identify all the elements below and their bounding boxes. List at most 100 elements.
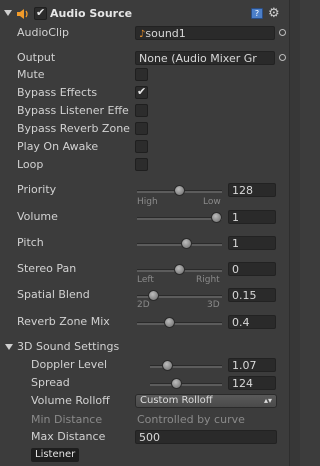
dropdown-arrow-icon: ▴▾ xyxy=(263,396,272,405)
pitch-row: Pitch 1 xyxy=(0,236,300,250)
volume-label: Volume xyxy=(17,210,58,223)
stereo-pan-field[interactable]: 0 xyxy=(228,262,276,276)
volume-row: Volume 1 xyxy=(0,210,300,224)
object-picker-icon[interactable] xyxy=(279,29,286,36)
output-label: Output xyxy=(17,51,56,64)
play-on-awake-label: Play On Awake xyxy=(17,140,99,153)
spread-value: 124 xyxy=(232,377,253,390)
audioclip-field[interactable]: ♪sound1 xyxy=(135,26,275,40)
spread-slider-thumb[interactable] xyxy=(170,378,182,389)
volume-value: 1 xyxy=(232,211,239,224)
doppler-field[interactable]: 1.07 xyxy=(228,358,276,372)
bypass-listener-checkbox[interactable] xyxy=(135,104,148,117)
max-distance-row: Max Distance 500 xyxy=(0,430,300,444)
spread-field[interactable]: 124 xyxy=(228,376,276,390)
stereo-pan-high-label: Right xyxy=(196,275,220,285)
component-header[interactable]: Audio Source ? ⚙ xyxy=(0,5,300,23)
pitch-label: Pitch xyxy=(17,236,44,249)
bypass-listener-label: Bypass Listener Effe xyxy=(17,104,129,117)
priority-low-label: High xyxy=(137,197,158,207)
spatial-blend-high-label: 3D xyxy=(207,300,220,310)
stereo-pan-slider-thumb[interactable] xyxy=(174,264,185,275)
bypass-effects-checkbox[interactable] xyxy=(135,85,148,99)
min-distance-row: Min Distance Controlled by curve xyxy=(0,413,300,427)
doppler-value: 1.07 xyxy=(232,359,257,372)
gear-icon[interactable]: ⚙ xyxy=(268,6,280,21)
doppler-slider-track[interactable] xyxy=(150,365,222,368)
priority-slider-thumb[interactable] xyxy=(174,185,185,196)
spatial-blend-field[interactable]: 0.15 xyxy=(228,288,276,302)
loop-checkbox[interactable] xyxy=(135,158,148,171)
volume-slider-track[interactable] xyxy=(137,217,222,220)
mute-checkbox[interactable] xyxy=(135,68,148,81)
help-book-icon[interactable]: ? xyxy=(251,8,263,19)
output-value: None (Audio Mixer Gr xyxy=(139,52,257,65)
doppler-slider-thumb[interactable] xyxy=(162,360,174,371)
listener-tooltip-text: Listener xyxy=(35,449,76,460)
spatial-blend-value: 0.15 xyxy=(232,289,257,302)
reverb-zone-mix-value: 0.4 xyxy=(232,316,250,329)
rolloff-dropdown[interactable]: Custom Rolloff ▴▾ xyxy=(135,394,277,408)
pitch-slider-thumb[interactable] xyxy=(181,238,193,249)
mute-row: Mute xyxy=(0,68,300,82)
audioclip-row: AudioClip ♪sound1 xyxy=(0,26,300,40)
doppler-label: Doppler Level xyxy=(31,358,108,371)
priority-value: 128 xyxy=(232,184,253,197)
pitch-slider-track[interactable] xyxy=(137,243,222,246)
priority-field[interactable]: 128 xyxy=(228,183,276,197)
reverb-zone-mix-slider-thumb[interactable] xyxy=(163,317,175,328)
stereo-pan-value: 0 xyxy=(232,263,239,276)
stereo-pan-label: Stereo Pan xyxy=(17,262,77,275)
pitch-field[interactable]: 1 xyxy=(228,236,276,250)
max-distance-value: 500 xyxy=(139,431,160,444)
spatial-blend-label: Spatial Blend xyxy=(17,288,90,301)
reverb-zone-mix-field[interactable]: 0.4 xyxy=(228,315,276,329)
bypass-reverb-row: Bypass Reverb Zone xyxy=(0,122,300,136)
sound3d-title: 3D Sound Settings xyxy=(17,340,120,353)
object-picker-icon[interactable] xyxy=(279,54,286,61)
play-on-awake-checkbox[interactable] xyxy=(135,140,148,153)
scrollbar[interactable] xyxy=(289,0,300,466)
pitch-value: 1 xyxy=(232,237,239,250)
spatial-blend-row: Spatial Blend 0.15 2D 3D xyxy=(0,288,300,318)
bypass-listener-row: Bypass Listener Effe xyxy=(0,104,300,118)
max-distance-label: Max Distance xyxy=(31,430,106,443)
min-distance-label: Min Distance xyxy=(31,413,103,426)
reverb-zone-mix-row: Reverb Zone Mix 0.4 xyxy=(0,315,300,329)
listener-tooltip: Listener xyxy=(31,448,80,462)
doppler-row: Doppler Level 1.07 xyxy=(0,358,300,372)
max-distance-field[interactable]: 500 xyxy=(135,430,277,444)
loop-label: Loop xyxy=(17,158,44,171)
reverb-zone-mix-slider-track[interactable] xyxy=(137,322,222,325)
priority-high-label: Low xyxy=(203,197,221,207)
speaker-icon xyxy=(17,9,28,19)
stereo-pan-low-label: Left xyxy=(137,275,154,285)
audioclip-label: AudioClip xyxy=(17,26,70,39)
output-row: Output None (Audio Mixer Gr xyxy=(0,51,300,65)
output-field[interactable]: None (Audio Mixer Gr xyxy=(135,51,275,65)
spatial-blend-low-label: 2D xyxy=(137,300,150,310)
foldout-arrow-icon[interactable] xyxy=(5,344,13,350)
reverb-zone-mix-label: Reverb Zone Mix xyxy=(17,315,110,328)
spread-row: Spread 124 xyxy=(0,376,300,390)
min-distance-value: Controlled by curve xyxy=(137,413,245,426)
mute-label: Mute xyxy=(17,68,45,81)
priority-row: Priority 128 High Low xyxy=(0,183,300,213)
bypass-effects-row: Bypass Effects xyxy=(0,85,300,100)
rolloff-row: Volume Rolloff Custom Rolloff ▴▾ xyxy=(0,394,300,408)
enable-checkbox[interactable] xyxy=(34,6,47,20)
bypass-effects-label: Bypass Effects xyxy=(17,86,98,99)
spread-slider-track[interactable] xyxy=(150,383,222,386)
spread-label: Spread xyxy=(31,376,70,389)
audioclip-value: sound1 xyxy=(145,27,186,40)
foldout-arrow-icon[interactable] xyxy=(4,10,12,16)
volume-field[interactable]: 1 xyxy=(228,210,276,224)
bypass-reverb-label: Bypass Reverb Zone xyxy=(17,122,130,135)
volume-slider-thumb[interactable] xyxy=(211,212,222,223)
loop-row: Loop xyxy=(0,158,300,172)
component-title: Audio Source xyxy=(50,7,133,20)
sound3d-header[interactable]: 3D Sound Settings xyxy=(0,340,300,354)
rolloff-value: Custom Rolloff xyxy=(140,395,213,406)
priority-label: Priority xyxy=(17,183,57,196)
bypass-reverb-checkbox[interactable] xyxy=(135,122,148,135)
